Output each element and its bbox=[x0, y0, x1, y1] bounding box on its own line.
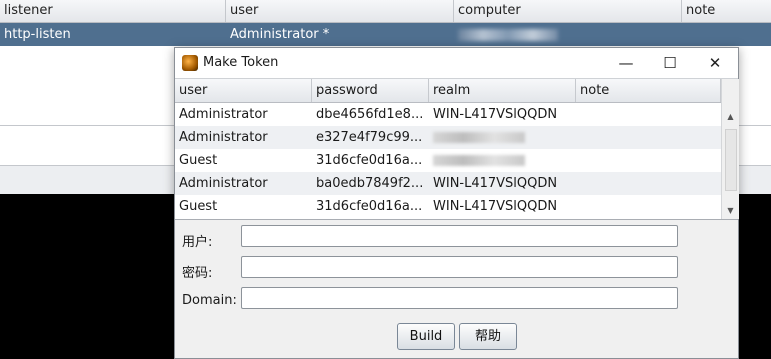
user-input[interactable] bbox=[241, 225, 678, 247]
app-icon bbox=[182, 55, 198, 71]
column-header-listener[interactable]: listener bbox=[0, 0, 226, 22]
dialog-titlebar[interactable]: Make Token — ☐ ✕ bbox=[175, 48, 738, 78]
cell-user: Guest bbox=[179, 153, 218, 168]
build-button[interactable]: Build bbox=[397, 323, 455, 350]
password-label: 密码: bbox=[182, 266, 213, 281]
minimize-button[interactable]: — bbox=[604, 48, 648, 78]
close-button[interactable]: ✕ bbox=[693, 48, 737, 78]
redacted-block bbox=[433, 155, 525, 166]
table-row[interactable]: Administrator dbe4656fd1e8... WIN-L417VS… bbox=[175, 103, 721, 126]
redacted-block bbox=[433, 132, 525, 143]
maximize-button[interactable]: ☐ bbox=[648, 48, 692, 78]
cell-note bbox=[576, 149, 721, 172]
column-header-computer[interactable]: computer bbox=[454, 0, 682, 22]
cell-password: 31d6cfe0d16a... bbox=[316, 153, 423, 168]
cell-realm: WIN-L417VSlQQDN bbox=[433, 176, 558, 191]
cell-user: Administrator bbox=[179, 176, 268, 191]
cell-note bbox=[682, 23, 771, 46]
user-label: 用户: bbox=[182, 235, 213, 250]
cell-realm: WIN-L417VSlQQDN bbox=[433, 199, 558, 214]
cell-note bbox=[576, 195, 721, 218]
column-header-user[interactable]: user bbox=[175, 79, 312, 102]
column-header-note[interactable]: note bbox=[576, 79, 721, 102]
cell-user: Guest bbox=[179, 199, 218, 214]
make-token-dialog: Make Token — ☐ ✕ user password realm not… bbox=[174, 47, 739, 359]
table-row[interactable]: Guest 31d6cfe0d16a... bbox=[175, 149, 721, 172]
cell-user: Administrator * bbox=[230, 27, 330, 42]
column-header-realm[interactable]: realm bbox=[429, 79, 576, 102]
cell-realm-redacted bbox=[429, 126, 576, 149]
cell-realm-redacted bbox=[429, 149, 576, 172]
password-input[interactable] bbox=[241, 256, 678, 278]
cell-password: dbe4656fd1e8... bbox=[316, 107, 424, 122]
cell-note bbox=[576, 103, 721, 126]
scrollbar-thumb[interactable] bbox=[725, 129, 737, 191]
cell-user: Administrator bbox=[179, 130, 268, 145]
cell-password: e327e4f79c99... bbox=[316, 130, 423, 145]
table-row[interactable]: Administrator e327e4f79c99... bbox=[175, 126, 721, 149]
cell-listener: http-listen bbox=[4, 27, 71, 42]
cell-note bbox=[576, 126, 721, 149]
redacted-block bbox=[458, 29, 558, 41]
scroll-up-icon[interactable]: ▲ bbox=[722, 109, 739, 125]
domain-label: Domain: bbox=[182, 293, 237, 308]
table-row-selected[interactable]: http-listen Administrator * bbox=[0, 23, 771, 46]
credentials-table: user password realm note Administrator d… bbox=[175, 78, 739, 220]
column-header-user[interactable]: user bbox=[226, 0, 454, 22]
cell-user: Administrator bbox=[179, 107, 268, 122]
credentials-table-header: user password realm note bbox=[175, 79, 721, 103]
cell-password: 31d6cfe0d16a... bbox=[316, 199, 423, 214]
cell-computer-redacted bbox=[454, 23, 682, 46]
listener-table-header: listener user computer note bbox=[0, 0, 771, 23]
vertical-scrollbar[interactable]: ▲ ▼ bbox=[721, 79, 739, 219]
table-row[interactable]: Guest 31d6cfe0d16a... WIN-L417VSlQQDN bbox=[175, 195, 721, 218]
help-button[interactable]: 帮助 bbox=[459, 323, 517, 350]
table-row[interactable]: Administrator ba0edb7849f2... WIN-L417VS… bbox=[175, 172, 721, 195]
credentials-table-body: Administrator dbe4656fd1e8... WIN-L417VS… bbox=[175, 103, 721, 218]
column-header-password[interactable]: password bbox=[312, 79, 429, 102]
scroll-down-icon[interactable]: ▼ bbox=[722, 203, 739, 219]
domain-input[interactable] bbox=[241, 287, 678, 309]
cell-password: ba0edb7849f2... bbox=[316, 176, 424, 191]
cell-note bbox=[576, 172, 721, 195]
column-header-note[interactable]: note bbox=[682, 0, 771, 22]
cell-realm: WIN-L417VSlQQDN bbox=[433, 107, 558, 122]
dialog-title: Make Token bbox=[203, 55, 279, 70]
